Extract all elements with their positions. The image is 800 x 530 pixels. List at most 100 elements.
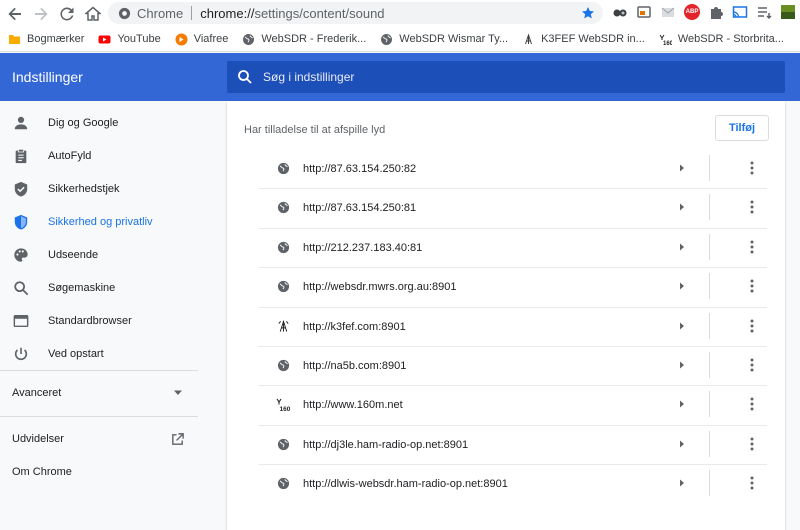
more-vert-icon[interactable]: [744, 396, 760, 412]
star-icon[interactable]: [581, 6, 595, 20]
bookmark-websdr-wismar[interactable]: WebSDR Wismar Ty...: [380, 33, 508, 46]
more-vert-icon[interactable]: [744, 357, 760, 373]
sidebar-item-label: Udseende: [48, 249, 99, 261]
site-row[interactable]: http://websdr.mwrs.org.au:8901: [258, 267, 767, 306]
sidebar-item-appearance[interactable]: Udseende: [0, 240, 200, 270]
sidebar-item-label: Sikkerhedstjek: [48, 183, 120, 195]
reload-button[interactable]: [54, 1, 80, 27]
reading-list-icon[interactable]: [756, 4, 772, 20]
back-button[interactable]: [2, 1, 28, 27]
sidebar-item-default-browser[interactable]: Standardbrowser: [0, 306, 200, 336]
shield-icon: [12, 213, 30, 231]
site-row[interactable]: http://dlwis-websdr.ham-radio-op.net:890…: [258, 464, 767, 503]
sidebar-item-label: AutoFyld: [48, 150, 92, 162]
more-vert-icon[interactable]: [744, 318, 760, 334]
row-divider: [709, 155, 710, 181]
row-separator: [258, 228, 767, 229]
omnibox-separator: [191, 6, 193, 20]
folder-icon: [8, 33, 21, 46]
more-vert-icon[interactable]: [744, 160, 760, 176]
puzzle-icon[interactable]: [708, 4, 724, 20]
sidebar-item-label: Om Chrome: [12, 466, 72, 478]
site-url: http://k3fef.com:8901: [303, 320, 406, 333]
more-vert-icon[interactable]: [744, 475, 760, 491]
adblock-icon[interactable]: ABP: [684, 4, 700, 20]
bookmark-websdr-storbrita[interactable]: 160 WebSDR - Storbrita...: [659, 33, 784, 47]
arrow-right-icon[interactable]: [677, 478, 687, 488]
more-vert-icon[interactable]: [744, 239, 760, 255]
globe-icon: [276, 241, 290, 255]
arrow-right-icon[interactable]: [677, 281, 687, 291]
home-button[interactable]: [80, 1, 106, 27]
search-input[interactable]: [263, 70, 743, 84]
sidebar-item-label: Standardbrowser: [48, 315, 132, 327]
add-button[interactable]: Tilføj: [715, 115, 769, 141]
site-row[interactable]: http://87.63.154.250:82: [258, 149, 767, 188]
antenna-icon: [276, 320, 290, 334]
site-row[interactable]: 160 http://www.160m.net: [258, 385, 767, 424]
screenshot-icon[interactable]: [636, 4, 652, 20]
bookmark-viafree[interactable]: Viafree: [175, 33, 229, 46]
palette-icon: [12, 246, 30, 264]
mail-icon[interactable]: [660, 4, 676, 20]
sidebar-item-about-chrome[interactable]: Om Chrome: [0, 457, 200, 487]
sidebar-item-on-startup[interactable]: Ved opstart: [0, 339, 200, 369]
row-separator: [258, 385, 767, 386]
omnibox[interactable]: Chrome chrome://settings/content/sound: [108, 2, 603, 24]
bookmark-k3fef[interactable]: K3FEF WebSDR in...: [522, 32, 645, 46]
bookmark-folder[interactable]: Bogmærker: [8, 33, 84, 46]
antenna-icon: [522, 32, 535, 46]
row-divider: [709, 194, 710, 220]
arrow-right-icon[interactable]: [677, 163, 687, 173]
arrow-right-icon[interactable]: [677, 399, 687, 409]
more-vert-icon[interactable]: [744, 436, 760, 452]
sidebar-advanced-toggle[interactable]: Avanceret: [0, 378, 198, 408]
row-divider: [709, 273, 710, 299]
site-row[interactable]: http://212.237.183.40:81: [258, 228, 767, 267]
sidebar-item-label: Dig og Google: [48, 117, 119, 129]
profile-avatar[interactable]: [780, 4, 796, 20]
settings-search[interactable]: [227, 61, 785, 93]
bookmark-websdr-frederik[interactable]: WebSDR - Frederik...: [242, 33, 366, 46]
arrow-right-icon: [35, 7, 48, 20]
bookmark-youtube[interactable]: YouTube: [98, 33, 161, 46]
more-vert-icon[interactable]: [744, 278, 760, 294]
more-vert-icon[interactable]: [744, 199, 760, 215]
cast-icon[interactable]: [732, 4, 748, 20]
sidebar-item-autofill[interactable]: AutoFyld: [0, 141, 200, 171]
search-icon: [12, 279, 30, 297]
site-row[interactable]: http://87.63.154.250:81: [258, 188, 767, 227]
bookmark-label: K3FEF WebSDR in...: [541, 33, 645, 45]
sidebar-item-label: Ved opstart: [48, 348, 104, 360]
bookmark-label: YouTube: [117, 33, 161, 45]
arrow-left-icon: [8, 7, 21, 20]
arrow-right-icon[interactable]: [677, 439, 687, 449]
arrow-right-icon[interactable]: [677, 360, 687, 370]
chrome-icon: [118, 7, 131, 19]
site-url: http://websdr.mwrs.org.au:8901: [303, 280, 457, 293]
site-row[interactable]: http://na5b.com:8901: [258, 346, 767, 385]
bookmark-label: Viafree: [193, 33, 229, 45]
reload-icon: [60, 6, 74, 20]
arrow-right-icon[interactable]: [677, 242, 687, 252]
arrow-right-icon[interactable]: [677, 321, 687, 331]
sidebar-item-privacy-security[interactable]: Sikkerhed og privatliv: [0, 207, 200, 237]
sidebar-item-safety-check[interactable]: Sikkerhedstjek: [0, 174, 200, 204]
160m-icon: 160: [659, 33, 673, 47]
globe-icon: [276, 477, 290, 491]
site-url: http://212.237.183.40:81: [303, 241, 423, 254]
row-divider: [709, 352, 710, 378]
site-row[interactable]: http://k3fef.com:8901: [258, 307, 767, 346]
arrow-right-icon[interactable]: [677, 202, 687, 212]
site-row[interactable]: http://dj3le.ham-radio-op.net:8901: [258, 425, 767, 464]
forward-button[interactable]: [28, 1, 54, 27]
open-in-new-icon: [172, 433, 184, 445]
sidebar-item-extensions[interactable]: Udvidelser: [0, 424, 198, 454]
binoculars-icon[interactable]: [612, 4, 628, 20]
sidebar-item-you-and-google[interactable]: Dig og Google: [0, 108, 200, 138]
bookmark-label: WebSDR - Storbrita...: [677, 33, 784, 45]
omnibox-url-path: settings/content/sound: [254, 5, 385, 21]
home-icon: [85, 6, 101, 21]
sidebar-item-search-engine[interactable]: Søgemaskine: [0, 273, 200, 303]
person-icon: [12, 114, 30, 132]
